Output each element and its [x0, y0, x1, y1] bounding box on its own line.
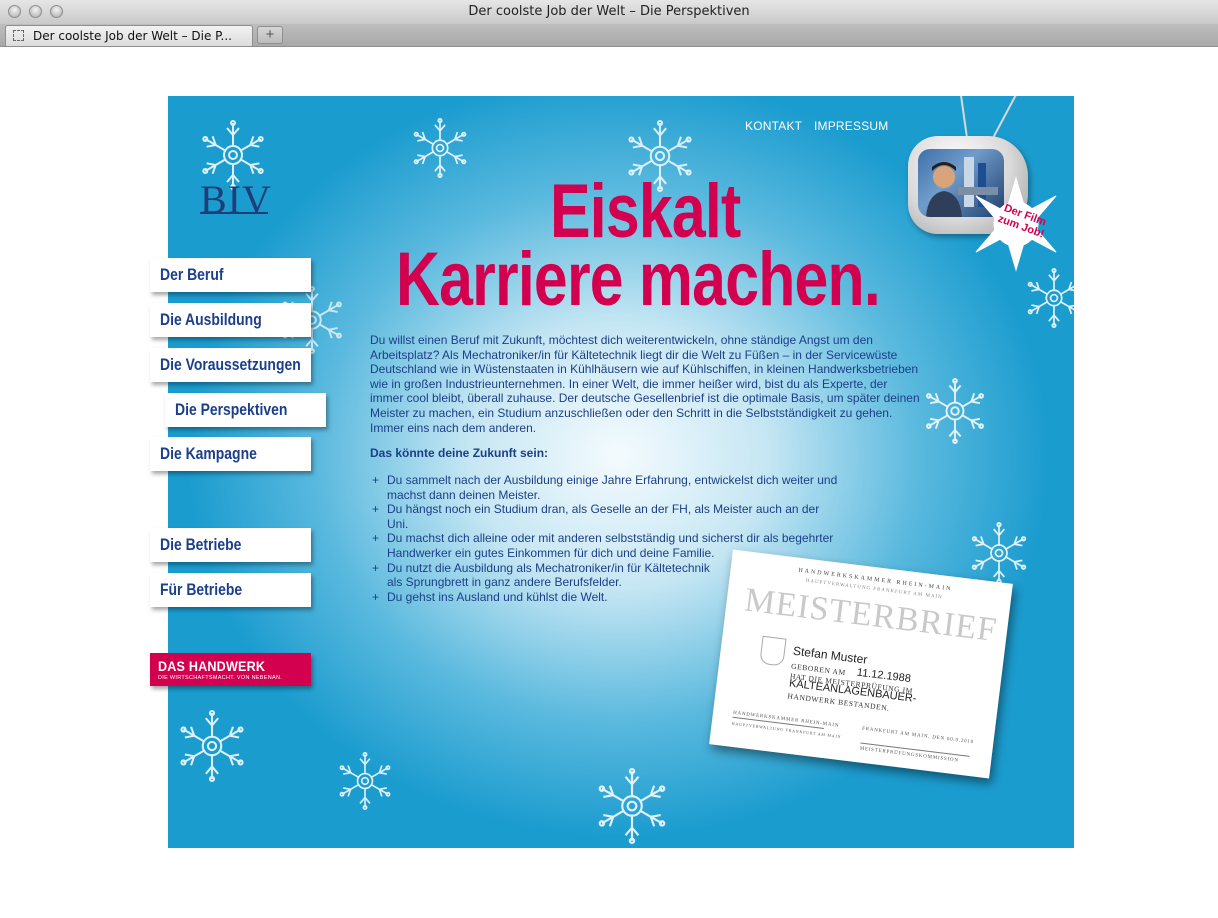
meisterbrief-certificate: HANDWERKSKAMMER RHEIN-MAIN HAUPTVERWALTU… [709, 549, 1013, 779]
page-stage: BIV KONTAKT IMPRESSUM Eiskalt Karriere m… [168, 96, 1074, 848]
snowflake-icon [1025, 268, 1074, 328]
snowflake-icon [411, 118, 469, 178]
snowflake-icon [923, 378, 987, 444]
list-item: Du sammelt nach der Ausbildung einige Ja… [370, 473, 840, 502]
snowflake-icon [595, 768, 669, 844]
nav-fuer-betriebe[interactable]: Für Betriebe [150, 573, 311, 607]
window-title: Der coolste Job der Welt – Die Perspekti… [468, 4, 750, 19]
window-titlebar: Der coolste Job der Welt – Die Perspekti… [0, 0, 1218, 25]
snowflake-icon [177, 710, 247, 782]
snowflake-icon [969, 522, 1029, 584]
snowflake-icon [337, 752, 393, 810]
nav-die-kampagne[interactable]: Die Kampagne [150, 437, 311, 471]
nav-die-betriebe[interactable]: Die Betriebe [150, 528, 311, 562]
tab-current[interactable]: Der coolste Job der Welt – Die P... [5, 25, 253, 46]
crest-icon [759, 635, 787, 667]
tv-antenna [959, 96, 968, 139]
new-tab-button[interactable]: + [257, 26, 283, 44]
list-item: Du hängst noch ein Studium dran, als Ges… [370, 502, 840, 531]
imprint-link[interactable]: IMPRESSUM [814, 119, 888, 133]
tab-bar: Der coolste Job der Welt – Die P... + [0, 24, 1218, 47]
nav-die-voraussetzungen[interactable]: Die Voraussetzungen [150, 348, 311, 382]
contact-link[interactable]: KONTAKT [745, 119, 802, 133]
nav-die-perspektiven[interactable]: Die Perspektiven [165, 393, 326, 427]
biv-logo[interactable]: BIV [200, 176, 272, 223]
headline-line-2: Karriere machen. [396, 237, 881, 322]
future-subheading: Das könnte deine Zukunft sein: [370, 446, 549, 460]
tv-antenna [992, 96, 1026, 139]
tab-label: Der coolste Job der Welt – Die P... [33, 29, 232, 43]
das-handwerk-banner[interactable]: DAS HANDWERK DIE WIRTSCHAFTSMACHT. VON N… [150, 653, 311, 686]
list-item: Du nutzt die Ausbildung als Mechatronike… [370, 561, 717, 590]
nav-der-beruf[interactable]: Der Beruf [150, 258, 311, 292]
nav-die-ausbildung[interactable]: Die Ausbildung [150, 303, 311, 337]
intro-paragraph: Du willst einen Beruf mit Zukunft, möcht… [370, 333, 920, 435]
page-icon [13, 30, 24, 41]
logo-underline [200, 212, 268, 214]
